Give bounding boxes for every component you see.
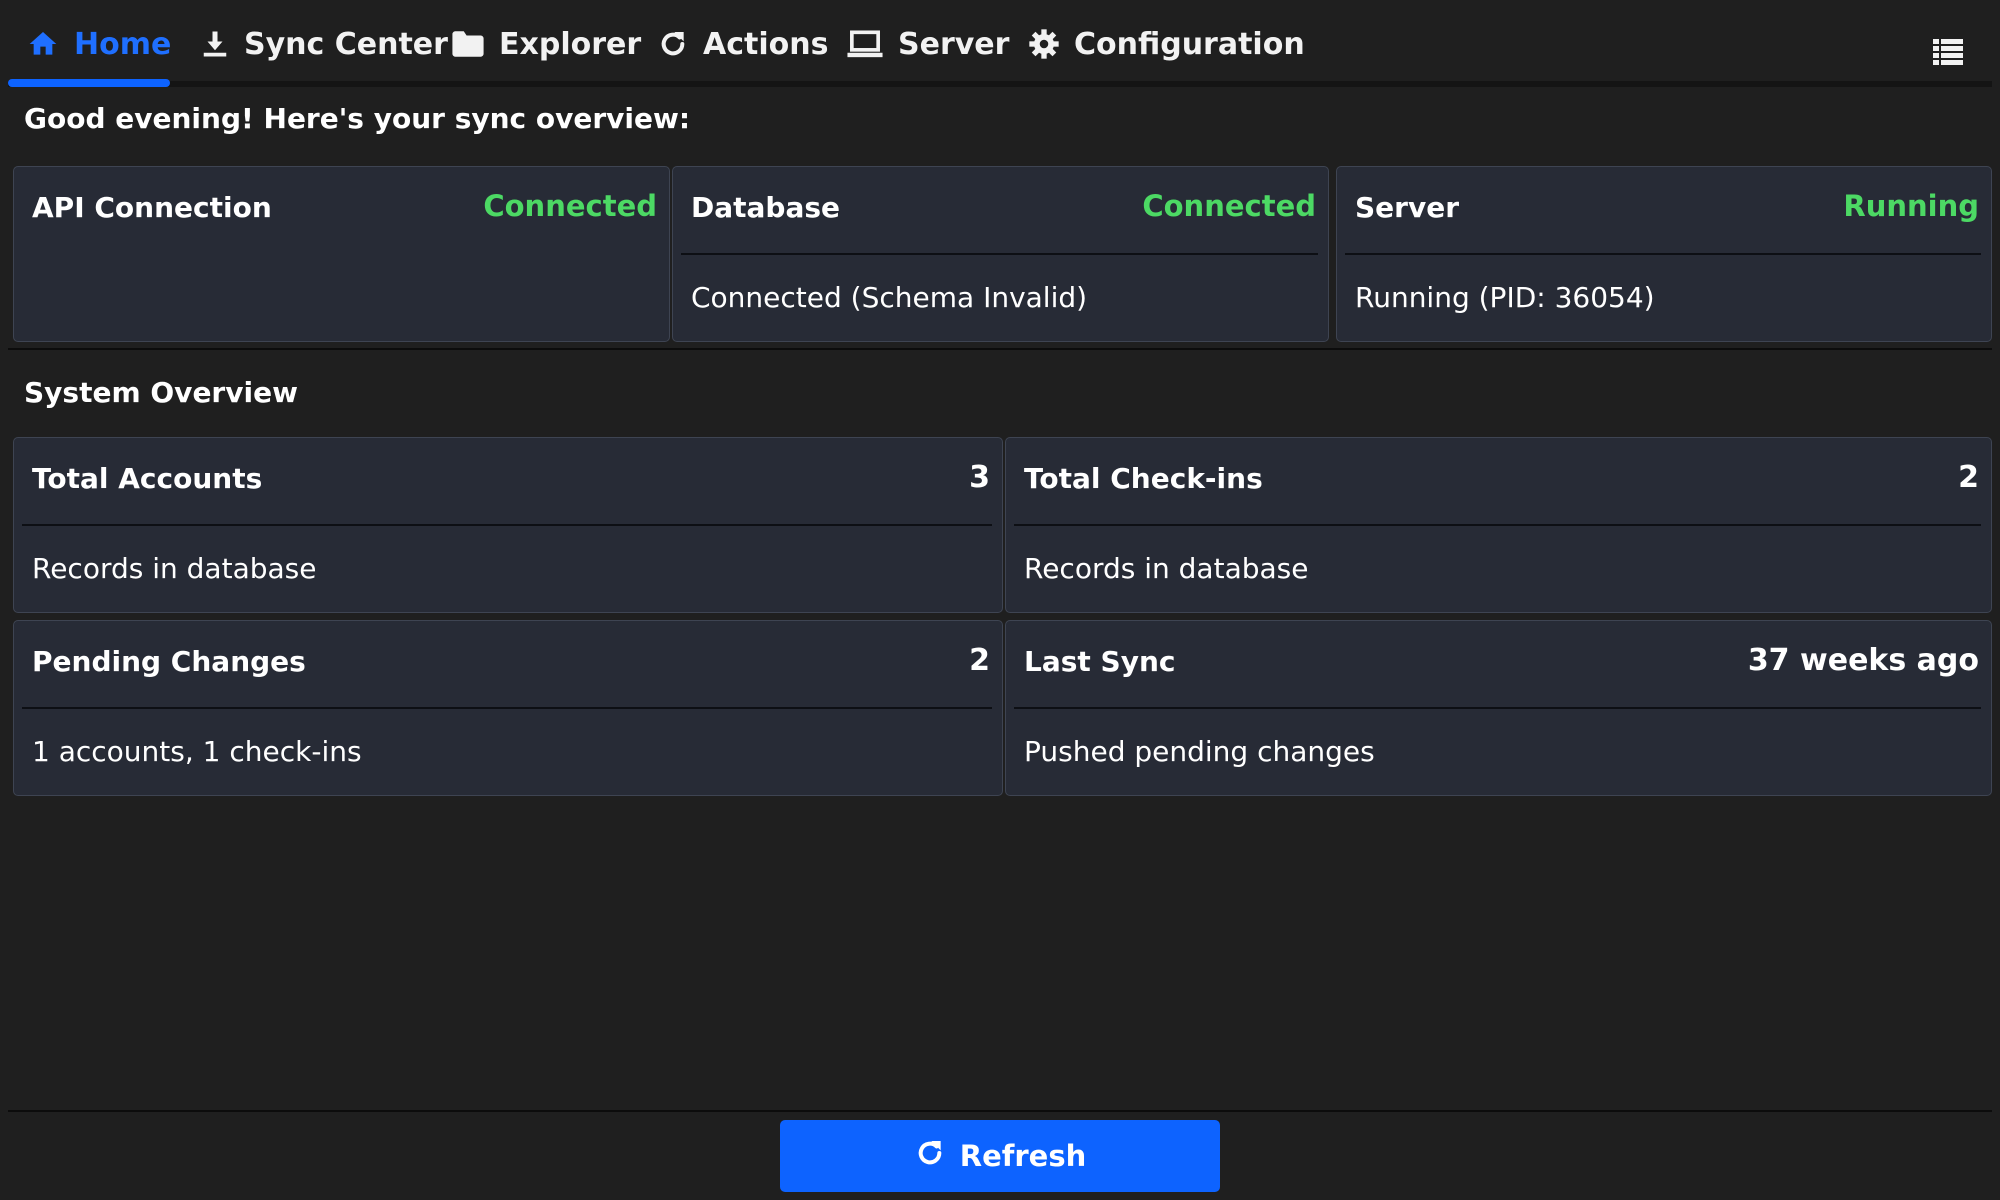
card-detail: Running (PID: 36054) [1355,281,1655,314]
stat-value: 2 [1958,460,1979,495]
card-detail: Records in database [32,552,317,585]
stat-card-total-accounts: Total Accounts 3 Records in database [13,437,1003,613]
refresh-icon [657,28,689,60]
tab-explorer[interactable]: Explorer [451,0,641,88]
gear-icon [1028,28,1060,60]
tab-sync-center[interactable]: Sync Center [200,0,448,88]
folder-icon [451,29,485,59]
stat-value: 37 weeks ago [1747,643,1979,678]
stat-value: 3 [969,460,990,495]
tab-server[interactable]: Server [846,0,1009,88]
laptop-icon [846,29,884,59]
tab-label: Explorer [499,26,642,62]
top-nav: Home Sync Center Explorer Actions Server [0,0,2000,90]
menu-button[interactable] [1932,36,1964,66]
card-detail: Connected (Schema Invalid) [691,281,1088,314]
refresh-button[interactable]: Refresh [780,1120,1220,1192]
card-title: Last Sync [1024,645,1176,678]
card-title: Database [691,191,841,224]
stat-card-total-check-ins: Total Check-ins 2 Records in database [1005,437,1992,613]
tab-actions[interactable]: Actions [657,0,828,88]
status-badge: Connected [1142,189,1316,223]
card-detail: Records in database [1024,552,1309,585]
status-card-api-connection: API Connection Connected [13,166,670,342]
card-divider [1014,707,1981,709]
card-title: Server [1355,191,1460,224]
card-title: Pending Changes [32,645,306,678]
card-divider [681,253,1318,255]
card-divider [1345,253,1981,255]
download-icon [200,28,230,60]
status-badge: Running [1843,189,1979,223]
tab-label: Configuration [1074,26,1305,62]
footer-divider [8,1110,1992,1112]
refresh-label: Refresh [959,1139,1087,1173]
card-detail: Pushed pending changes [1024,735,1375,768]
home-icon [26,28,60,60]
status-card-server: Server Running Running (PID: 36054) [1336,166,1992,342]
tab-label: Server [898,26,1010,62]
tab-label: Actions [703,26,829,62]
section-divider [8,348,1992,350]
greeting-text: Good evening! Here's your sync overview: [24,102,691,135]
status-badge: Connected [483,189,657,223]
active-tab-indicator [8,79,170,87]
status-card-database: Database Connected Connected (Schema Inv… [672,166,1329,342]
tab-label: Sync Center [244,26,448,62]
list-icon [1932,39,1964,70]
tab-label: Home [74,26,172,62]
refresh-icon [914,1137,946,1176]
card-divider [1014,524,1981,526]
card-title: Total Accounts [32,462,263,495]
stat-value: 2 [969,643,990,678]
section-title: System Overview [24,376,298,409]
card-title: Total Check-ins [1024,462,1263,495]
card-divider [22,524,992,526]
tab-home[interactable]: Home [26,0,171,88]
stat-card-pending-changes: Pending Changes 2 1 accounts, 1 check-in… [13,620,1003,796]
card-divider [22,707,992,709]
tab-configuration[interactable]: Configuration [1028,0,1305,88]
card-title: API Connection [32,191,272,224]
stat-card-last-sync: Last Sync 37 weeks ago Pushed pending ch… [1005,620,1992,796]
card-detail: 1 accounts, 1 check-ins [32,735,362,768]
